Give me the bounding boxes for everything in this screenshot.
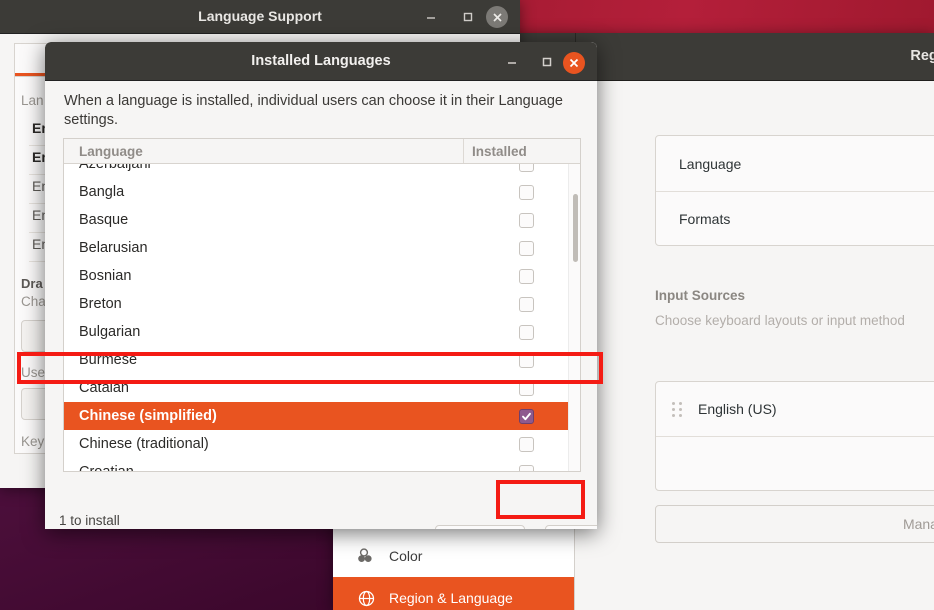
installed-cell[interactable] <box>472 240 580 256</box>
maximize-icon[interactable] <box>459 8 477 26</box>
language-row[interactable]: Bulgarian <box>64 318 580 346</box>
checkbox-icon[interactable] <box>518 296 534 312</box>
desktop-wallpaper-accent <box>520 0 934 33</box>
checkbox-icon[interactable] <box>518 464 534 471</box>
language-row[interactable]: Croatian <box>64 458 580 471</box>
globe-icon <box>355 588 377 608</box>
installed-cell[interactable] <box>472 436 580 452</box>
list-scrollbar[interactable] <box>568 164 580 471</box>
language-row-name: Belarusian <box>79 240 148 256</box>
checkbox-checked-icon[interactable] <box>518 408 534 424</box>
checkbox-icon[interactable] <box>518 352 534 368</box>
formats-row[interactable]: Formats <box>656 191 934 246</box>
input-source-row[interactable]: English (US) <box>656 382 934 437</box>
language-row[interactable]: Basque <box>64 206 580 234</box>
language-row[interactable]: Chinese (simplified) <box>64 402 580 430</box>
drag-handle-icon[interactable] <box>672 401 686 417</box>
maximize-icon[interactable] <box>538 53 556 71</box>
language-rows: Azerbaijani Bangla Basque Belarusian Bosnian… <box>64 164 580 471</box>
dialog-description: When a language is installed, individual… <box>64 93 563 128</box>
list-scrollbar-thumb[interactable] <box>573 194 578 262</box>
checkbox-icon[interactable] <box>518 268 534 284</box>
language-row-name: Catalan <box>79 380 129 396</box>
ls-drag-sub: Cha <box>21 294 46 309</box>
installed-cell[interactable] <box>472 212 580 228</box>
language-row-label: Language <box>679 155 742 172</box>
language-row[interactable]: Language <box>656 136 934 191</box>
close-icon[interactable] <box>563 52 585 74</box>
language-row-name: Bulgarian <box>79 324 141 340</box>
checkbox-icon[interactable] <box>518 184 534 200</box>
language-row[interactable]: Bosnian <box>64 262 580 290</box>
language-row-name: Chinese (traditional) <box>79 436 209 452</box>
apply-button[interactable]: Apply <box>545 525 597 529</box>
installed-cell[interactable] <box>472 352 580 368</box>
ls-use-label: Use <box>21 365 46 380</box>
installed-cell[interactable] <box>472 184 580 200</box>
language-row-name: Chinese (simplified) <box>79 408 217 424</box>
installed-cell[interactable] <box>472 408 580 424</box>
installed-languages-dialog[interactable]: Installed Languages When a language is i… <box>45 42 597 529</box>
language-row[interactable]: Bangla <box>64 178 580 206</box>
language-support-headerbar: Language Support <box>0 0 520 34</box>
input-sources-card: English (US) <box>655 381 934 491</box>
installed-cell[interactable] <box>472 464 580 471</box>
installed-cell[interactable] <box>472 296 580 312</box>
dialog-status-text: 1 to install <box>59 513 120 528</box>
language-row-name: Bosnian <box>79 268 132 284</box>
settings-panel-title: Region & <box>910 48 934 64</box>
installed-cell[interactable] <box>472 324 580 340</box>
language-row[interactable]: Azerbaijani <box>64 164 580 178</box>
input-sources-subtitle: Choose keyboard layouts or input method <box>655 313 905 328</box>
sidebar-item-label: Region & Language <box>389 590 513 606</box>
cancel-button[interactable]: Cancel <box>435 525 525 529</box>
input-sources-heading: Input Sources <box>655 288 746 303</box>
checkbox-icon[interactable] <box>518 380 534 396</box>
formats-row-label: Formats <box>679 211 731 227</box>
manage-installed-languages-button[interactable]: Manage Inst <box>655 505 934 543</box>
language-row-name: Croatian <box>64 464 472 471</box>
input-source-label: English (US) <box>698 401 777 417</box>
language-support-title: Language Support <box>198 8 322 24</box>
language-row-name: Bangla <box>79 184 125 200</box>
language-row[interactable]: Catalan <box>64 374 580 402</box>
language-row-name: Burmese <box>79 352 138 368</box>
minimize-icon[interactable] <box>503 53 521 71</box>
language-row[interactable]: Burmese <box>64 346 580 374</box>
installed-cell[interactable] <box>472 164 580 172</box>
sidebar-item-label: Color <box>389 548 423 564</box>
language-row-name: Azerbaijani <box>79 164 151 172</box>
language-row[interactable]: Breton <box>64 290 580 318</box>
installed-cell[interactable] <box>472 268 580 284</box>
close-icon[interactable] <box>486 6 508 28</box>
language-row[interactable]: Belarusian <box>64 234 580 262</box>
ls-keyboard-label: Key <box>21 434 45 449</box>
minimize-icon[interactable] <box>422 8 440 26</box>
screen: Region & Color <box>0 0 934 610</box>
sidebar-item-region-language[interactable]: Region & Language <box>333 577 574 610</box>
ls-language-label: Lan <box>21 93 44 108</box>
list-header: Language Installed <box>64 139 580 164</box>
checkbox-icon[interactable] <box>518 212 534 228</box>
checkbox-icon[interactable] <box>518 240 534 256</box>
settings-content-pane: Language Formats Input Sources Choose ke… <box>575 81 934 610</box>
language-row-name: Basque <box>79 212 129 228</box>
checkbox-icon[interactable] <box>518 164 534 172</box>
column-header-installed[interactable]: Installed <box>463 139 580 163</box>
installed-cell[interactable] <box>472 380 580 396</box>
sidebar-item-color[interactable]: Color <box>333 535 574 577</box>
color-icon <box>355 546 377 566</box>
checkbox-icon[interactable] <box>518 324 534 340</box>
language-row-name: Breton <box>79 296 122 312</box>
language-row[interactable]: Chinese (traditional) <box>64 430 580 458</box>
ls-drag-heading: Dra <box>21 276 43 291</box>
checkbox-icon[interactable] <box>518 436 534 452</box>
language-formats-card: Language Formats <box>655 135 934 246</box>
manage-installed-languages-label: Manage Inst <box>902 516 934 532</box>
dialog-headerbar: Installed Languages <box>45 42 597 81</box>
language-list-view[interactable]: Language Installed Azerbaijani Bangla Basq… <box>63 138 581 472</box>
column-header-language[interactable]: Language <box>64 144 463 159</box>
language-rows-viewport: Azerbaijani Bangla Basque Belarusian Bosnian… <box>64 164 580 471</box>
